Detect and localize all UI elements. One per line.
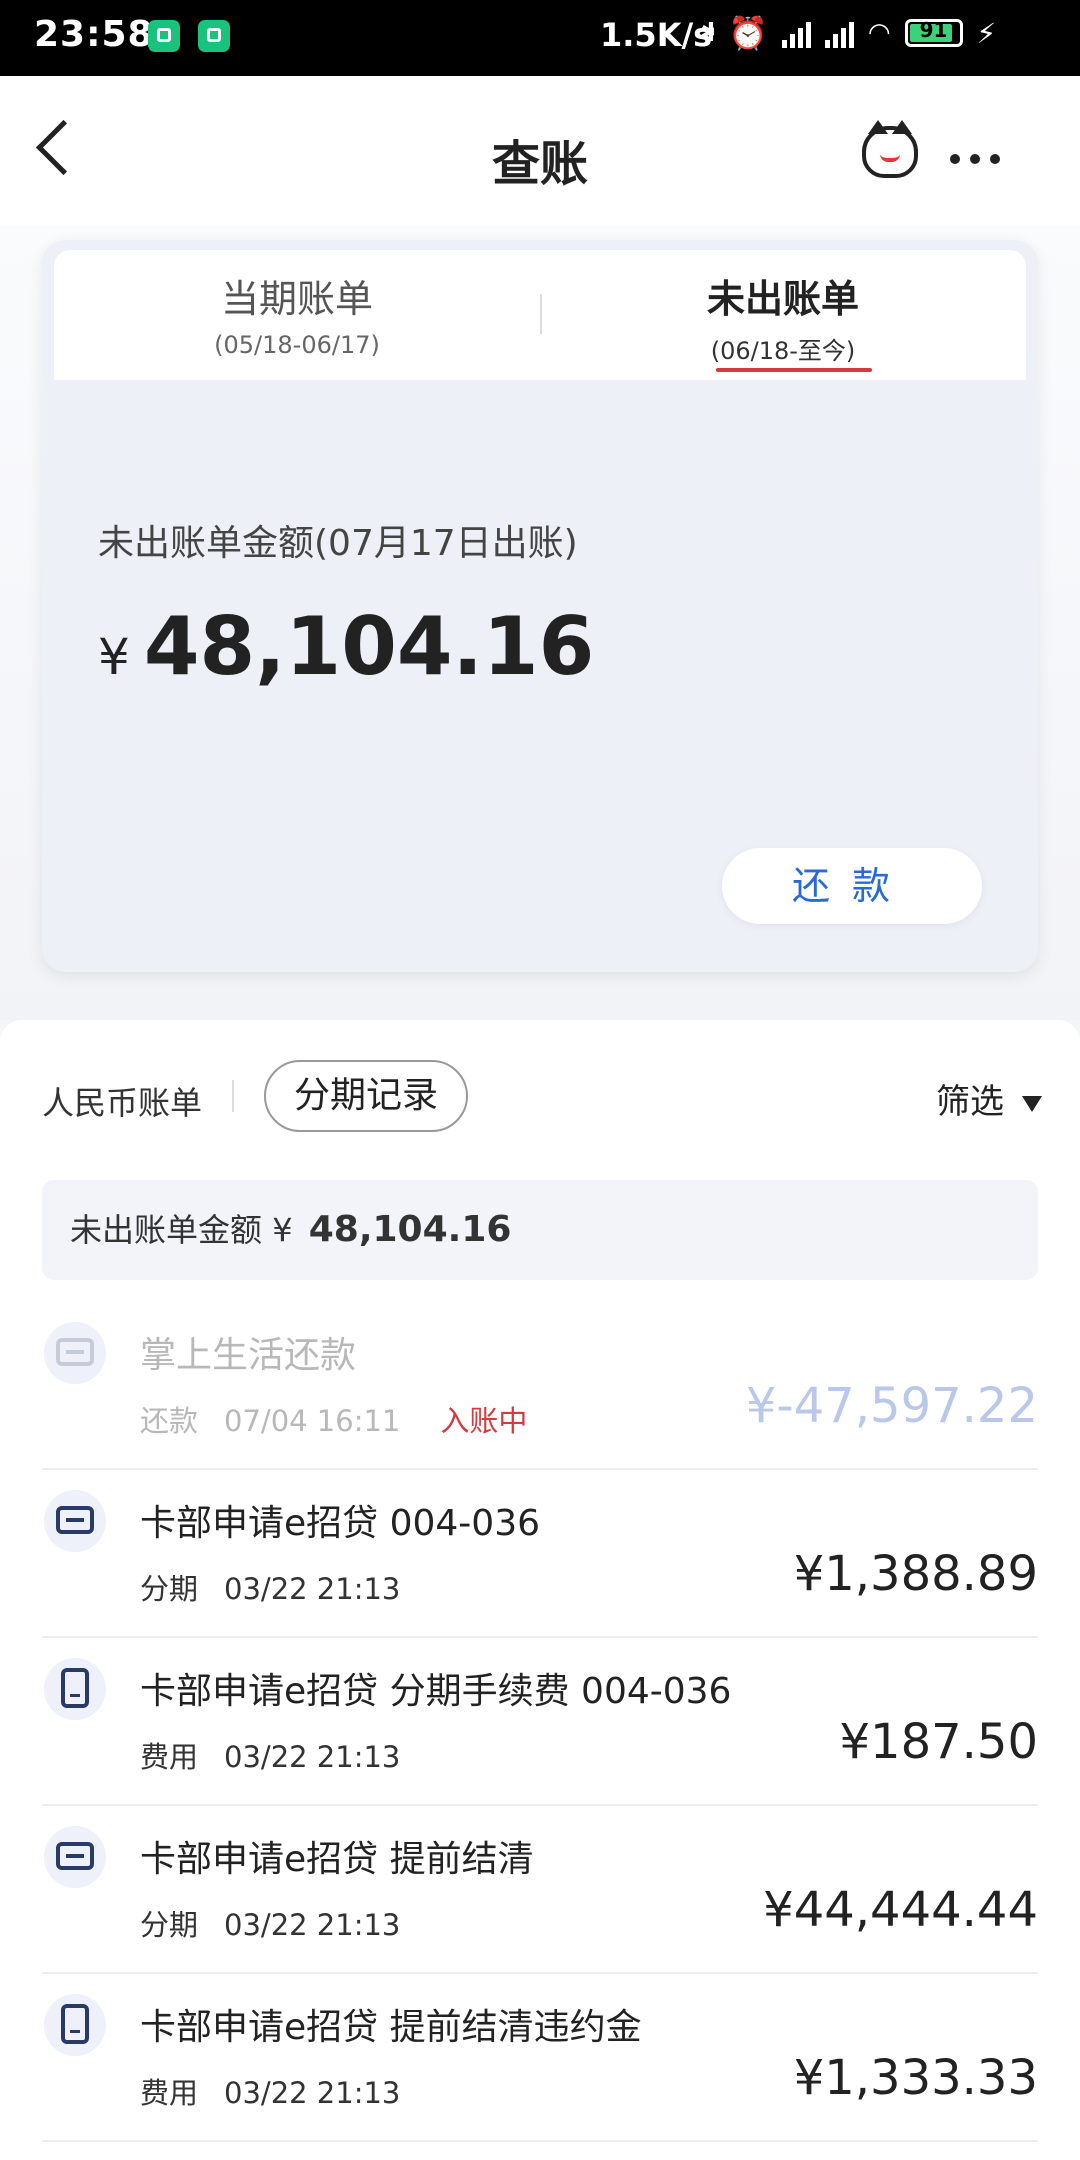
tab-label: 当期账单 — [220, 277, 373, 321]
filter-button[interactable]: 筛选 — [936, 1074, 1042, 1123]
installment-records-button[interactable]: 分期记录 — [264, 1060, 469, 1132]
tab-dates: (06/18-至今) — [710, 337, 856, 365]
bill-card: 当期账单 (05/18-06/17) 未出账单 (06/18-至今) 未出账单金… — [42, 240, 1038, 972]
network-speed: 1.5K/s — [600, 16, 713, 54]
page-title: 查账 — [491, 136, 588, 192]
bill-card-area: 当期账单 (05/18-06/17) 未出账单 (06/18-至今) 未出账单金… — [0, 226, 1080, 1020]
transaction-type: 分期 — [140, 1572, 199, 1606]
transaction-desc: 卡部申请e招贷 提前结清 — [140, 1839, 534, 1880]
transaction-status: 入账中 — [440, 1404, 528, 1438]
fee-icon — [44, 1994, 106, 2056]
transaction-row[interactable]: 卡部申请e招贷 004-036 分期 03/22 21:13 ¥1,388.89 — [42, 1470, 1038, 1638]
bluetooth-icon: ✱ — [700, 18, 714, 48]
amount-value: 48,104.16 — [143, 600, 595, 693]
charging-icon: ⚡ — [976, 16, 997, 50]
transaction-meta: 还款 07/04 16:11 入账中 — [140, 1398, 527, 1440]
installment-icon — [44, 1826, 106, 1888]
unbilled-amount: ¥48,104.16 — [98, 600, 594, 693]
transaction-list: 掌上生活还款 还款 07/04 16:11 入账中 ¥-47,597.22 卡部申请… — [42, 1302, 1038, 2142]
transaction-time: 03/22 21:13 — [224, 1740, 401, 1774]
currency-symbol: ¥ — [98, 628, 130, 686]
transaction-meta: 费用 03/22 21:13 — [140, 1734, 400, 1776]
transaction-desc: 卡部申请e招贷 004-036 — [140, 1503, 541, 1544]
summary-label: 未出账单金额 — [70, 1211, 263, 1249]
transaction-row[interactable]: 卡部申请e招贷 提前结清 分期 03/22 21:13 ¥44,444.44 — [42, 1806, 1038, 1974]
transaction-desc: 卡部申请e招贷 提前结清违约金 — [140, 2007, 642, 2048]
transaction-time: 07/04 16:11 — [224, 1404, 401, 1438]
status-icons: ✱ ⏰ ◠ 91 ⚡ — [700, 14, 996, 52]
rmb-bill-tab[interactable]: 人民币账单 — [42, 1078, 202, 1124]
transaction-type: 分期 — [140, 1908, 199, 1942]
transaction-amount: ¥1,388.89 — [793, 1546, 1038, 1602]
fee-icon — [44, 1658, 106, 1720]
filter-label: 筛选 — [936, 1082, 1004, 1122]
unbilled-amount-label: 未出账单金额(07月17日出账) — [98, 523, 578, 564]
transaction-row[interactable]: 卡部申请e招贷 分期手续费 004-036 费用 03/22 21:13 ¥187… — [42, 1638, 1038, 1806]
security-app-icon — [198, 20, 230, 52]
wifi-icon: ◠ — [867, 18, 891, 48]
transaction-amount: ¥44,444.44 — [763, 1882, 1038, 1938]
signal-2-icon — [824, 18, 854, 48]
filter-bar: 人民币账单 分期记录 筛选 — [42, 1060, 1042, 1140]
tab-unbilled[interactable]: 未出账单 (06/18-至今) — [540, 268, 1026, 366]
transaction-row[interactable]: 卡部申请e招贷 提前结清违约金 费用 03/22 21:13 ¥1,333.33 — [42, 1974, 1038, 2142]
transaction-row[interactable]: 掌上生活还款 还款 07/04 16:11 入账中 ¥-47,597.22 — [42, 1302, 1038, 1470]
summary-amount: 48,104.16 — [308, 1209, 512, 1250]
transaction-desc: 掌上生活还款 — [140, 1335, 357, 1376]
status-bar: 23:58 1.5K/s ✱ ⏰ ◠ 91 ⚡ — [0, 0, 1080, 76]
transaction-type: 还款 — [140, 1404, 199, 1438]
tab-label: 未出账单 — [706, 277, 859, 321]
transaction-meta: 分期 03/22 21:13 — [140, 1566, 400, 1608]
summary-currency: ¥ — [272, 1211, 293, 1249]
transaction-time: 03/22 21:13 — [224, 1908, 401, 1942]
battery-icon: 91 — [904, 18, 963, 47]
transaction-amount: ¥1,333.33 — [793, 2050, 1038, 2106]
cat-assistant-icon[interactable] — [862, 120, 918, 178]
status-time: 23:58 — [34, 14, 154, 55]
repay-button[interactable]: 还款 — [722, 848, 982, 924]
wallet-icon — [44, 1322, 106, 1384]
shield-app-icon — [148, 20, 180, 52]
transaction-time: 03/22 21:13 — [224, 2076, 401, 2110]
transaction-desc: 卡部申请e招贷 分期手续费 004-036 — [140, 1671, 732, 1712]
battery-level: 91 — [919, 18, 948, 42]
transaction-amount: ¥187.50 — [839, 1714, 1039, 1770]
filter-divider — [232, 1080, 234, 1112]
tab-dates: (05/18-06/17) — [214, 331, 380, 359]
transaction-time: 03/22 21:13 — [224, 1572, 401, 1606]
transaction-type: 费用 — [140, 1740, 199, 1774]
transaction-meta: 费用 03/22 21:13 — [140, 2070, 400, 2112]
bill-tabs: 当期账单 (05/18-06/17) 未出账单 (06/18-至今) — [54, 250, 1026, 380]
transactions-panel: 人民币账单 分期记录 筛选 未出账单金额 ¥ 48,104.16 掌上生活还款 … — [0, 1020, 1080, 2160]
filter-icon — [1022, 1095, 1042, 1112]
app-header: 查账 — [0, 76, 1080, 227]
transaction-type: 费用 — [140, 2076, 199, 2110]
more-options-icon[interactable] — [950, 154, 1000, 164]
unbilled-summary: 未出账单金额 ¥ 48,104.16 — [42, 1180, 1038, 1280]
alarm-icon: ⏰ — [728, 14, 768, 52]
transaction-meta: 分期 03/22 21:13 — [140, 1902, 400, 1944]
active-tab-indicator — [716, 368, 872, 372]
installment-icon — [44, 1490, 106, 1552]
transaction-amount: ¥-47,597.22 — [745, 1378, 1038, 1434]
tab-current-bill[interactable]: 当期账单 (05/18-06/17) — [54, 268, 540, 359]
signal-icon — [781, 18, 811, 48]
